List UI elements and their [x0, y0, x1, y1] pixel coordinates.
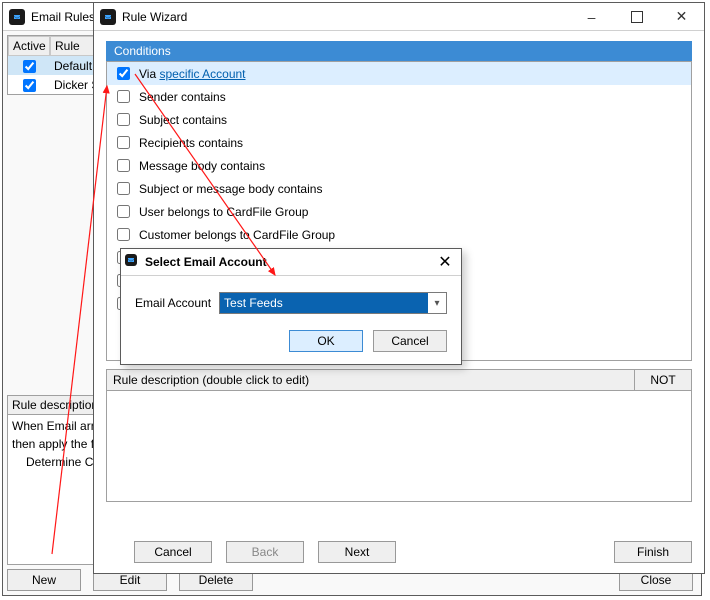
- rule-description-header-row: Rule description (double click to edit) …: [106, 369, 692, 391]
- condition-label: Sender contains: [139, 90, 226, 104]
- finish-button[interactable]: Finish: [614, 541, 692, 563]
- condition-checkbox[interactable]: [117, 182, 130, 195]
- condition-checkbox[interactable]: [117, 159, 130, 172]
- email-account-value: Test Feeds: [220, 293, 428, 313]
- app-icon: [125, 254, 141, 270]
- dialog-title: Select Email Account: [141, 255, 433, 269]
- condition-checkbox[interactable]: [117, 67, 130, 80]
- dialog-titlebar: Select Email Account ✕: [121, 249, 461, 275]
- condition-label: Recipients contains: [139, 136, 243, 150]
- rule-active-checkbox[interactable]: [23, 60, 36, 73]
- cancel-button[interactable]: Cancel: [134, 541, 212, 563]
- condition-item[interactable]: Sender contains: [107, 85, 691, 108]
- condition-checkbox[interactable]: [117, 90, 130, 103]
- condition-label: User belongs to CardFile Group: [139, 205, 308, 219]
- condition-item[interactable]: Via specific Account: [107, 62, 691, 85]
- condition-label: Message body contains: [139, 159, 265, 173]
- chevron-down-icon[interactable]: ▾: [428, 298, 446, 309]
- condition-checkbox[interactable]: [117, 113, 130, 126]
- condition-item[interactable]: User belongs to CardFile Group: [107, 200, 691, 223]
- maximize-button[interactable]: [614, 3, 659, 30]
- condition-item[interactable]: Message body contains: [107, 154, 691, 177]
- ok-button[interactable]: OK: [289, 330, 363, 352]
- condition-label: Via specific Account: [139, 67, 246, 81]
- rule-wizard-titlebar: Rule Wizard: [94, 3, 704, 31]
- not-column-header: NOT: [635, 370, 691, 390]
- next-button[interactable]: Next: [318, 541, 396, 563]
- condition-label: Subject contains: [139, 113, 227, 127]
- condition-item[interactable]: Customer belongs to CardFile Group: [107, 223, 691, 246]
- condition-checkbox[interactable]: [117, 205, 130, 218]
- new-button[interactable]: New: [7, 569, 81, 591]
- condition-item[interactable]: Subject or message body contains: [107, 177, 691, 200]
- rule-description-body[interactable]: [106, 391, 692, 502]
- condition-checkbox[interactable]: [117, 228, 130, 241]
- email-account-label: Email Account: [135, 296, 211, 310]
- condition-item[interactable]: Subject contains: [107, 108, 691, 131]
- condition-label: Customer belongs to CardFile Group: [139, 228, 335, 242]
- email-account-combo[interactable]: Test Feeds ▾: [219, 292, 447, 314]
- window-close-button[interactable]: [659, 3, 704, 30]
- rule-wizard-title: Rule Wizard: [122, 10, 195, 24]
- back-button[interactable]: Back: [226, 541, 304, 563]
- rule-description-header: Rule description (double click to edit): [107, 370, 635, 390]
- column-active[interactable]: Active: [8, 36, 50, 56]
- condition-item[interactable]: Recipients contains: [107, 131, 691, 154]
- close-icon[interactable]: ✕: [433, 252, 457, 272]
- condition-checkbox[interactable]: [117, 136, 130, 149]
- condition-label: Subject or message body contains: [139, 182, 322, 196]
- conditions-header: Conditions: [106, 41, 692, 61]
- cancel-button[interactable]: Cancel: [373, 330, 447, 352]
- rule-active-checkbox[interactable]: [23, 79, 36, 92]
- app-icon: [100, 9, 116, 25]
- minimize-button[interactable]: [569, 3, 614, 30]
- select-email-account-dialog: Select Email Account ✕ Email Account Tes…: [120, 248, 462, 365]
- app-icon: [9, 9, 25, 25]
